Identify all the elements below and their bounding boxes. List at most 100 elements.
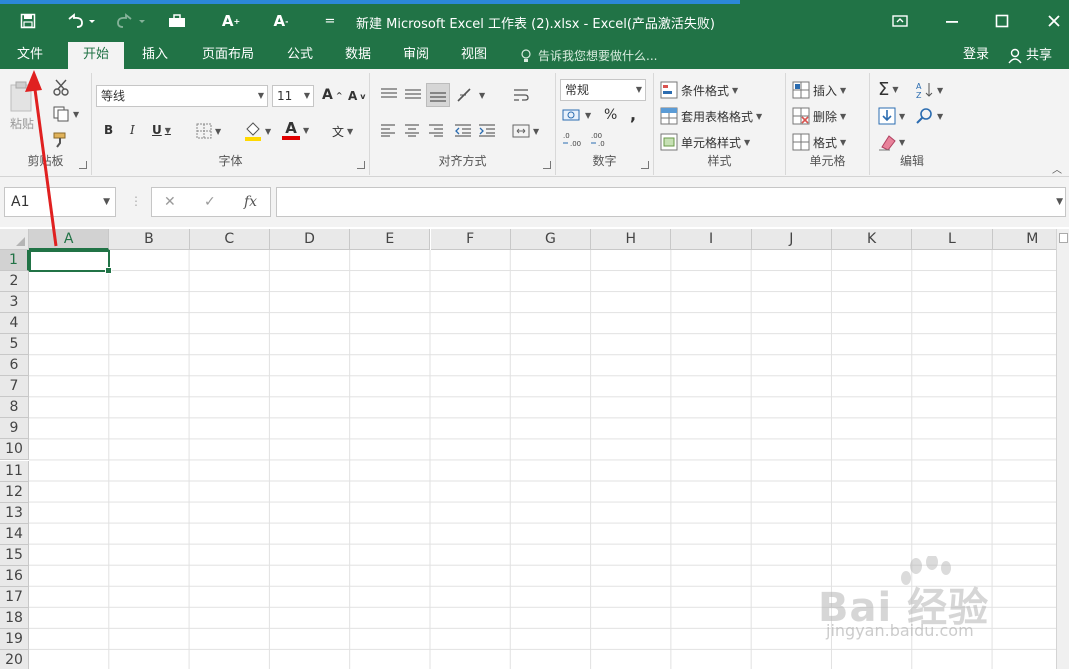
format-painter-button[interactable] [52, 131, 70, 149]
minimize-icon[interactable] [932, 8, 972, 34]
column-header-c[interactable]: C [189, 229, 270, 250]
bold-button[interactable]: B [104, 123, 113, 137]
number-launcher-icon[interactable] [641, 161, 649, 169]
cell-styles-button[interactable]: 单元格样式 ▼ [660, 133, 750, 151]
increase-font-qa-icon[interactable]: A + [220, 10, 242, 32]
font-color-button[interactable]: A ▼ [282, 121, 309, 140]
wrap-text-button[interactable] [512, 87, 530, 103]
row-header-14[interactable]: 14 [0, 523, 29, 545]
active-cell-a1[interactable] [29, 250, 112, 274]
find-select-button[interactable]: ▼ [916, 107, 943, 125]
font-launcher-icon[interactable] [357, 161, 365, 169]
align-left-button[interactable] [380, 123, 396, 137]
conditional-formatting-button[interactable]: 条件格式 ▼ [660, 81, 738, 99]
formula-input[interactable]: ▼ [276, 187, 1066, 217]
autosum-button[interactable]: Σ ▼ [878, 79, 899, 100]
borders-button[interactable]: ▼ [196, 123, 221, 139]
font-name-dropdown-icon[interactable]: ▼ [258, 86, 264, 106]
orientation-button[interactable]: ▼ [456, 87, 485, 103]
font-size-dropdown-icon[interactable]: ▼ [304, 86, 310, 106]
touch-mode-icon[interactable] [164, 10, 190, 32]
tab-file[interactable]: 文件 [4, 42, 56, 69]
expand-formula-bar-icon[interactable]: ▼ [1056, 197, 1063, 207]
row-header-3[interactable]: 3 [0, 292, 29, 314]
row-header-11[interactable]: 11 [0, 460, 29, 482]
row-header-2[interactable]: 2 [0, 271, 29, 293]
tab-view[interactable]: 视图 [452, 42, 496, 69]
row-header-17[interactable]: 17 [0, 586, 29, 608]
insert-cells-button[interactable]: 插入 ▼ [792, 81, 846, 99]
increase-decimal-button[interactable]: .0.00 [562, 131, 584, 147]
row-header-18[interactable]: 18 [0, 607, 29, 629]
phonetic-button[interactable]: 文 ▼ [332, 123, 353, 140]
customize-qa-icon[interactable]: = [320, 10, 340, 32]
format-as-table-button[interactable]: 套用表格格式 ▼ [660, 107, 762, 125]
row-header-1[interactable]: 1 [0, 250, 29, 272]
tab-page-layout[interactable]: 页面布局 [192, 42, 264, 69]
fill-button[interactable]: ▼ [878, 107, 905, 125]
sign-in-link[interactable]: 登录 [963, 42, 989, 69]
column-header-i[interactable]: I [671, 229, 752, 250]
italic-button[interactable]: I [130, 123, 135, 137]
format-cells-button[interactable]: 格式 ▼ [792, 133, 846, 151]
decrease-font-qa-icon[interactable]: A- [270, 10, 292, 32]
decrease-decimal-button[interactable]: .00.0 [590, 131, 612, 147]
tab-insert[interactable]: 插入 [132, 42, 178, 69]
tell-me-box[interactable]: 告诉我您想要做什么... [520, 42, 657, 69]
row-header-5[interactable]: 5 [0, 334, 29, 356]
row-header-20[interactable]: 20 [0, 649, 29, 669]
tab-data[interactable]: 数据 [336, 42, 380, 69]
fill-color-button[interactable]: ▼ [244, 121, 271, 141]
maximize-icon[interactable] [982, 8, 1022, 34]
close-icon[interactable] [1034, 8, 1069, 34]
name-box-dropdown-icon[interactable]: ▼ [103, 188, 110, 216]
font-name-combo[interactable]: 等线 ▼ [96, 85, 268, 107]
clear-button[interactable]: ▼ [878, 133, 905, 151]
column-header-a[interactable]: A [29, 229, 110, 250]
column-header-d[interactable]: D [269, 229, 351, 250]
undo-icon[interactable] [62, 10, 98, 32]
row-header-4[interactable]: 4 [0, 313, 29, 335]
row-header-6[interactable]: 6 [0, 355, 29, 377]
save-icon[interactable] [16, 10, 40, 32]
increase-indent-button[interactable] [478, 123, 496, 137]
row-header-19[interactable]: 19 [0, 628, 29, 650]
insert-function-icon[interactable]: fx [244, 194, 257, 210]
tab-home[interactable]: 开始 [68, 42, 124, 70]
column-header-e[interactable]: E [350, 229, 431, 250]
scroll-up-icon[interactable] [1059, 233, 1068, 243]
decrease-font-button[interactable]: Av [348, 89, 366, 103]
enter-formula-icon[interactable]: ✓ [204, 194, 216, 210]
decrease-indent-button[interactable] [454, 123, 472, 137]
font-size-combo[interactable]: 11 ▼ [272, 85, 314, 107]
vertical-scrollbar[interactable] [1056, 229, 1069, 669]
number-format-dropdown-icon[interactable]: ▼ [636, 80, 642, 100]
accounting-format-button[interactable]: ▼ [562, 107, 591, 123]
name-box[interactable]: A1 ▼ [4, 187, 116, 217]
column-header-h[interactable]: H [591, 229, 672, 250]
merge-center-button[interactable]: ▼ [512, 123, 539, 139]
increase-font-button[interactable]: A ^ [322, 87, 343, 103]
clipboard-launcher-icon[interactable] [79, 161, 87, 169]
row-header-9[interactable]: 9 [0, 418, 29, 440]
ribbon-display-options-icon[interactable] [880, 8, 920, 34]
tab-formulas[interactable]: 公式 [278, 42, 322, 69]
column-header-g[interactable]: G [510, 229, 592, 250]
align-right-button[interactable] [428, 123, 444, 137]
cancel-formula-icon[interactable]: ✕ [164, 194, 176, 210]
column-header-b[interactable]: B [109, 229, 190, 250]
column-header-l[interactable]: L [912, 229, 993, 250]
alignment-launcher-icon[interactable] [543, 161, 551, 169]
row-header-10[interactable]: 10 [0, 439, 29, 461]
column-header-j[interactable]: J [751, 229, 832, 250]
select-all-button[interactable] [0, 229, 29, 250]
share-button[interactable]: 共享 [1008, 42, 1052, 69]
number-format-combo[interactable]: 常规 ▼ [560, 79, 646, 101]
comma-style-button[interactable]: , [630, 105, 636, 124]
row-header-12[interactable]: 12 [0, 481, 29, 503]
delete-cells-button[interactable]: 删除 ▼ [792, 107, 846, 125]
sort-filter-button[interactable]: AZ ▼ [916, 81, 943, 99]
row-header-16[interactable]: 16 [0, 565, 29, 587]
redo-icon[interactable] [112, 10, 148, 32]
align-top-button[interactable] [380, 87, 398, 101]
